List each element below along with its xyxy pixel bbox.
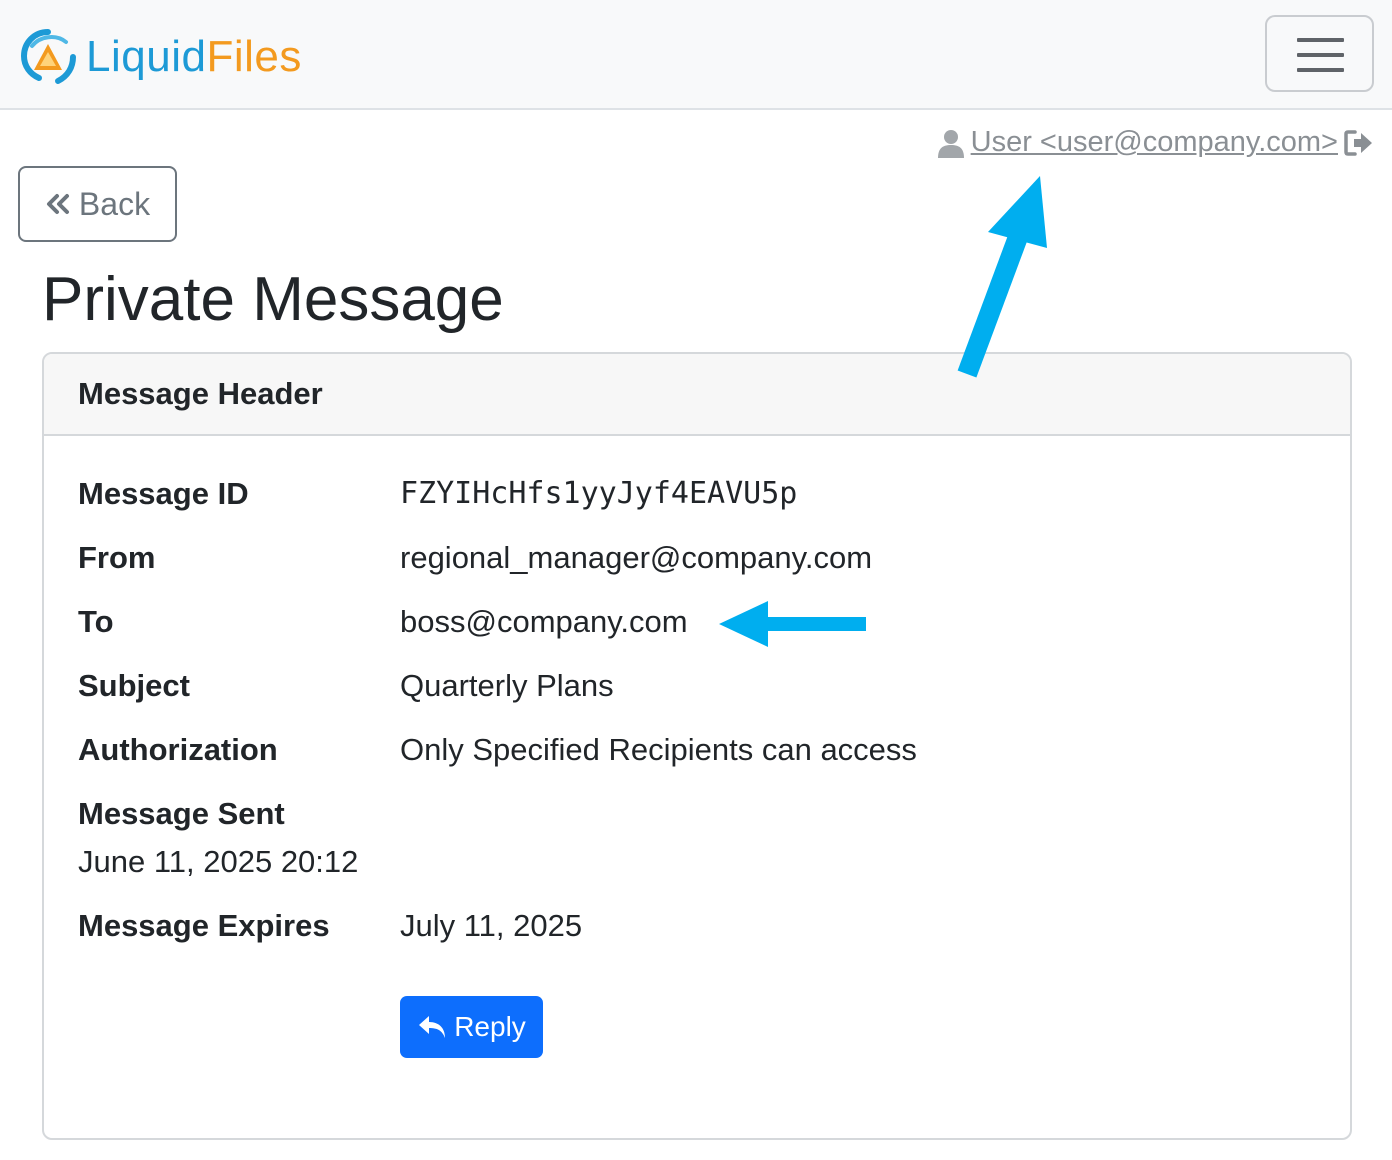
from-label: From [78, 540, 156, 575]
brand-logo[interactable]: LiquidFiles [18, 26, 302, 88]
to-label: To [78, 604, 114, 639]
subject-value: Quarterly Plans [400, 668, 614, 703]
message-sent-value: June 11, 2025 20:12 [78, 844, 359, 879]
message-sent-label: Message Sent [78, 796, 285, 831]
hamburger-icon-bar-top [1297, 38, 1344, 42]
message-id-value: FZYIHcHfs1yyJyf4EAVU5p [400, 476, 798, 511]
to-value: boss@company.com [400, 604, 688, 639]
annotation-arrow-up-icon [957, 176, 1047, 378]
brand-name-part2: Files [206, 32, 302, 81]
reply-button[interactable]: Reply [400, 996, 543, 1058]
message-id-label: Message ID [78, 476, 249, 511]
reply-icon [419, 1016, 446, 1038]
navbar: LiquidFiles [0, 0, 1392, 110]
brand-name-part1: Liquid [86, 32, 207, 81]
user-menu: User <user@company.com> [937, 126, 1374, 159]
message-expires-label: Message Expires [78, 908, 330, 943]
authorization-label: Authorization [78, 732, 278, 767]
sign-out-icon[interactable] [1344, 129, 1374, 156]
hamburger-icon-bar-middle [1297, 53, 1344, 57]
subject-label: Subject [78, 668, 190, 703]
back-button[interactable]: Back [18, 166, 177, 242]
user-account-link[interactable]: User <user@company.com> [971, 126, 1338, 159]
back-button-label: Back [78, 185, 151, 222]
message-header-card: Message Header Message ID FZYIHcHfs1yyJy… [42, 352, 1352, 1140]
menu-toggle-button[interactable] [1265, 15, 1374, 92]
reply-button-label: Reply [454, 1011, 526, 1042]
from-value: regional_manager@company.com [400, 540, 873, 575]
card-header: Message Header [44, 354, 1350, 436]
authorization-value: Only Specified Recipients can access [400, 732, 917, 767]
hamburger-icon-bar-bottom [1297, 68, 1344, 72]
message-expires-value: July 11, 2025 [400, 908, 583, 943]
page-title: Private Message [42, 265, 504, 334]
double-chevron-left-icon [46, 194, 69, 214]
brand-name: LiquidFiles [86, 35, 302, 79]
liquidfiles-logo-icon [20, 29, 76, 84]
user-icon [937, 129, 964, 158]
